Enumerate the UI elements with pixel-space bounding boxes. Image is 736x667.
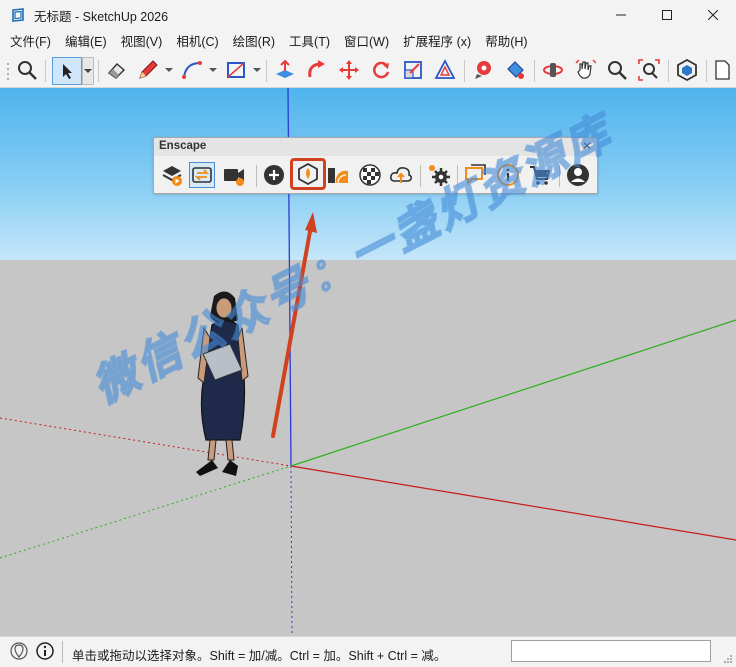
rotate-tool[interactable] xyxy=(369,58,393,82)
select-tool[interactable] xyxy=(52,57,82,85)
enscape-batch-render-button[interactable] xyxy=(325,162,351,188)
red-axis-solid xyxy=(290,465,736,541)
zoom-extents-tool[interactable] xyxy=(15,58,39,82)
blue-axis-dotted xyxy=(290,465,293,636)
offset-tool[interactable] xyxy=(433,58,457,82)
enscape-live-sync-button[interactable] xyxy=(189,162,215,188)
paint-bucket-icon xyxy=(507,61,524,79)
chevron-down-icon xyxy=(84,69,92,73)
plus-circle-icon xyxy=(264,165,284,185)
title-bar: 无标题 - SketchUp 2026 xyxy=(0,0,736,30)
tape-measure-icon xyxy=(475,61,491,79)
pan-tool[interactable] xyxy=(573,58,597,82)
new-document-icon xyxy=(715,60,730,80)
menu-camera[interactable]: 相机(C) xyxy=(169,30,225,54)
enscape-video-editor-button[interactable] xyxy=(221,162,247,188)
green-axis-solid xyxy=(290,319,736,467)
chevron-down-icon[interactable] xyxy=(165,66,173,74)
enscape-upload-button[interactable] xyxy=(388,162,414,188)
rectangle-icon xyxy=(227,62,245,78)
main-toolbar xyxy=(0,54,736,88)
menu-view[interactable]: 视图(V) xyxy=(114,30,170,54)
menu-file[interactable]: 文件(F) xyxy=(3,30,58,54)
rectangle-tool[interactable] xyxy=(224,58,248,82)
minimize-icon xyxy=(616,14,626,16)
tape-measure-tool[interactable] xyxy=(471,58,495,82)
close-button[interactable] xyxy=(690,0,736,30)
live-sync-icon xyxy=(192,167,212,183)
pencil-icon xyxy=(139,60,158,79)
resize-grip-icon[interactable] xyxy=(723,654,733,664)
arc-tool[interactable] xyxy=(180,58,204,82)
enscape-add-button[interactable] xyxy=(261,162,287,188)
hand-icon xyxy=(575,59,596,79)
red-axis-dotted xyxy=(0,417,292,467)
rotate-icon xyxy=(373,61,390,79)
enscape-start-icon xyxy=(162,166,182,186)
green-axis-dotted xyxy=(0,465,292,559)
enscape-toolbar-title: Enscape xyxy=(159,140,207,152)
push-pull-tool[interactable] xyxy=(273,58,297,82)
eraser-icon xyxy=(107,63,126,79)
batch-render-icon xyxy=(328,168,348,184)
move-icon xyxy=(339,60,359,80)
orbit-tool[interactable] xyxy=(541,58,565,82)
arrow-cursor-icon xyxy=(63,64,72,79)
window-title: 无标题 - SketchUp 2026 xyxy=(34,9,169,24)
enscape-start-button[interactable] xyxy=(159,162,185,188)
chevron-down-icon[interactable] xyxy=(253,66,261,74)
orbit-icon xyxy=(543,63,563,77)
enscape-materials-button[interactable] xyxy=(357,162,383,188)
menu-tools[interactable]: 工具(T) xyxy=(282,30,337,54)
checker-sphere-icon xyxy=(359,164,381,186)
geo-location-button[interactable] xyxy=(10,642,28,663)
toolbar-grip-icon xyxy=(7,63,9,80)
maximize-button[interactable] xyxy=(644,0,690,30)
pencil-tool[interactable] xyxy=(136,58,160,82)
maximize-icon xyxy=(662,10,672,20)
paint-bucket-tool[interactable] xyxy=(503,58,527,82)
zoom-window-tool[interactable] xyxy=(637,58,661,82)
new-document-tool[interactable] xyxy=(712,58,732,82)
magnifier-icon xyxy=(18,61,37,80)
model-viewport[interactable]: Enscape ✕ 微信公众号：一盏灯资源库 xyxy=(0,88,736,636)
minimize-button[interactable] xyxy=(598,0,644,30)
menu-help[interactable]: 帮助(H) xyxy=(478,30,534,54)
extension-warehouse-icon xyxy=(677,59,697,81)
menu-draw[interactable]: 绘图(R) xyxy=(226,30,282,54)
cloud-upload-icon xyxy=(390,167,413,183)
extension-warehouse-tool[interactable] xyxy=(675,58,699,82)
scale-tool[interactable] xyxy=(401,58,425,82)
zoom-tool[interactable] xyxy=(605,58,629,82)
zoom-icon xyxy=(608,61,627,80)
window-controls xyxy=(598,0,736,30)
video-camera-icon xyxy=(224,169,244,186)
enscape-render-icon xyxy=(298,162,318,186)
menu-edit[interactable]: 编辑(E) xyxy=(58,30,114,54)
follow-me-icon xyxy=(308,60,325,78)
eraser-tool[interactable] xyxy=(104,58,128,82)
enscape-render-button-highlighted[interactable] xyxy=(290,158,326,190)
chevron-down-icon[interactable] xyxy=(209,66,217,74)
menu-window[interactable]: 窗口(W) xyxy=(337,30,396,54)
menu-bar: 文件(F) 编辑(E) 视图(V) 相机(C) 绘图(R) 工具(T) 窗口(W… xyxy=(0,30,736,54)
sketchup-logo-icon xyxy=(12,8,24,22)
geo-location-icon xyxy=(10,642,28,660)
push-pull-icon xyxy=(276,59,294,78)
menu-extensions[interactable]: 扩展程序 (x) xyxy=(396,30,478,54)
arc-icon xyxy=(182,61,202,79)
instructor-button[interactable] xyxy=(36,642,54,663)
offset-icon xyxy=(434,59,456,79)
close-icon xyxy=(708,10,718,20)
measurements-box[interactable] xyxy=(511,640,711,662)
zoom-window-icon xyxy=(638,59,660,81)
follow-me-tool[interactable] xyxy=(305,58,329,82)
scale-icon xyxy=(404,61,422,79)
status-bar: 单击或拖动以选择对象。Shift = 加/减。Ctrl = 加。Shift + … xyxy=(0,636,736,667)
select-dropdown[interactable] xyxy=(82,57,94,85)
info-icon xyxy=(36,642,54,660)
move-tool[interactable] xyxy=(337,58,361,82)
status-hint: 单击或拖动以选择对象。Shift = 加/减。Ctrl = 加。Shift + … xyxy=(72,649,447,663)
